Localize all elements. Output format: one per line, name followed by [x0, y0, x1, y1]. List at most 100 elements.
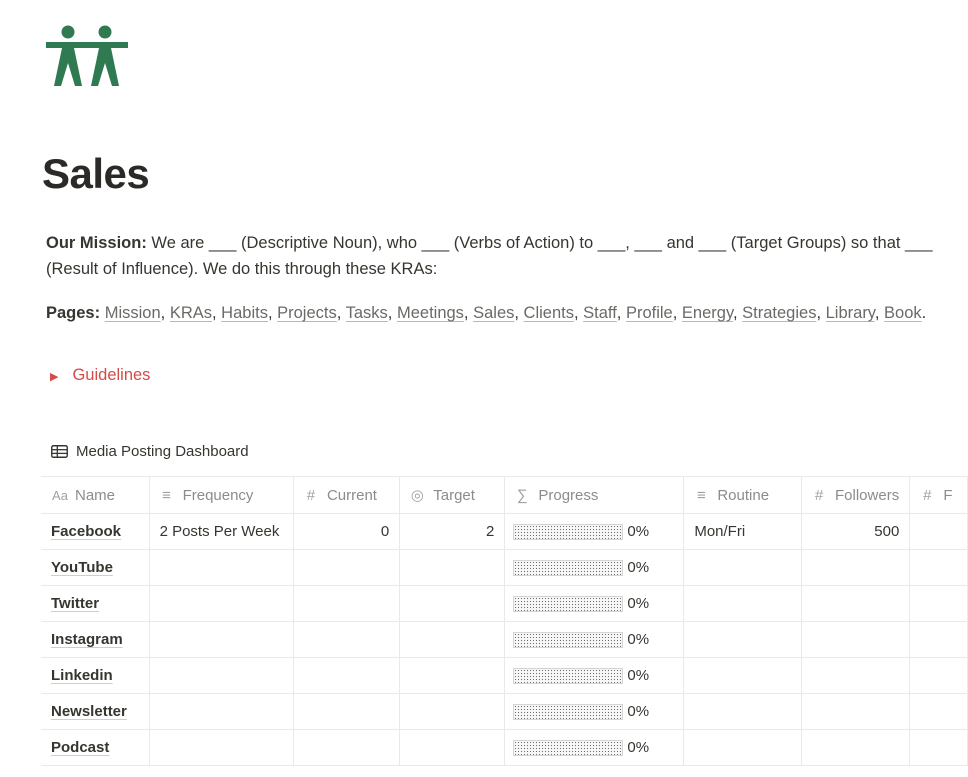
target-cell[interactable]: [399, 729, 506, 766]
name-cell[interactable]: Instagram: [41, 621, 150, 658]
text-icon: ≡: [162, 486, 171, 504]
row-name-link[interactable]: Instagram: [51, 631, 123, 648]
frequency-cell[interactable]: [149, 585, 294, 622]
target-cell[interactable]: 2: [399, 513, 506, 550]
frequency-cell[interactable]: [149, 621, 294, 658]
row-name-link[interactable]: Facebook: [51, 523, 121, 540]
extra-cell[interactable]: [909, 657, 968, 694]
target-cell[interactable]: [399, 693, 506, 730]
current-cell[interactable]: 0: [293, 513, 401, 550]
column-label: Routine: [717, 486, 770, 504]
progress-cell: 0%: [504, 729, 685, 766]
name-cell[interactable]: Twitter: [41, 585, 150, 622]
routine-cell[interactable]: Mon/Fri: [683, 513, 803, 550]
name-cell[interactable]: Facebook: [41, 513, 150, 550]
name-cell[interactable]: Linkedin: [41, 657, 150, 694]
extra-cell[interactable]: [909, 585, 968, 622]
guidelines-toggle[interactable]: ▶ Guidelines: [50, 366, 150, 385]
column-header-followers[interactable]: # Followers: [801, 476, 911, 514]
page-link-book[interactable]: Book: [884, 304, 922, 322]
extra-cell[interactable]: [909, 729, 968, 766]
current-cell[interactable]: [293, 657, 401, 694]
column-header-target[interactable]: ◎ Target: [399, 476, 506, 514]
page-link-energy[interactable]: Energy: [682, 304, 733, 322]
row-name-link[interactable]: Twitter: [51, 595, 99, 612]
current-cell[interactable]: [293, 693, 401, 730]
column-header-f[interactable]: # F: [909, 476, 968, 514]
target-cell[interactable]: [399, 585, 506, 622]
page-link-sales[interactable]: Sales: [473, 304, 514, 322]
page-link-clients[interactable]: Clients: [524, 304, 574, 322]
row-name-link[interactable]: YouTube: [51, 559, 113, 576]
page-title: Sales: [42, 150, 150, 197]
page-link-library[interactable]: Library: [826, 304, 875, 322]
guidelines-label: Guidelines: [72, 366, 151, 384]
column-header-progress[interactable]: ∑ Progress: [504, 476, 685, 514]
extra-cell[interactable]: [909, 693, 968, 730]
routine-cell[interactable]: [683, 585, 803, 622]
target-cell[interactable]: [399, 549, 506, 586]
frequency-cell[interactable]: [149, 549, 294, 586]
current-cell[interactable]: [293, 729, 401, 766]
column-label: Followers: [835, 486, 900, 504]
followers-cell[interactable]: [801, 729, 911, 766]
target-cell[interactable]: [399, 621, 506, 658]
frequency-cell[interactable]: 2 Posts Per Week: [149, 513, 294, 550]
table-row[interactable]: Linkedin 0%: [41, 657, 968, 694]
page-link-meetings[interactable]: Meetings: [397, 304, 464, 322]
column-header-frequency[interactable]: ≡ Frequency: [149, 476, 294, 514]
current-cell[interactable]: [293, 585, 401, 622]
name-cell[interactable]: Newsletter: [41, 693, 150, 730]
followers-cell[interactable]: [801, 585, 911, 622]
table-row[interactable]: Instagram 0%: [41, 621, 968, 658]
row-name-link[interactable]: Newsletter: [51, 703, 127, 720]
table-row[interactable]: Newsletter 0%: [41, 693, 968, 730]
page-link-profile[interactable]: Profile: [626, 304, 673, 322]
extra-cell[interactable]: [909, 621, 968, 658]
column-header-routine[interactable]: ≡ Routine: [683, 476, 803, 514]
table-row[interactable]: Podcast 0%: [41, 729, 968, 766]
page-link-tasks[interactable]: Tasks: [346, 304, 388, 322]
row-name-link[interactable]: Linkedin: [51, 667, 113, 684]
routine-cell[interactable]: [683, 693, 803, 730]
current-cell[interactable]: [293, 621, 401, 658]
column-label: Name: [75, 486, 116, 504]
table-row[interactable]: YouTube 0%: [41, 549, 968, 586]
table-row[interactable]: Twitter 0%: [41, 585, 968, 622]
pages-links: Pages: Mission, KRAs, Habits, Projects, …: [46, 304, 927, 322]
followers-cell[interactable]: [801, 621, 911, 658]
column-header-name[interactable]: Aa Name: [41, 476, 150, 514]
routine-cell[interactable]: [683, 657, 803, 694]
table-row[interactable]: Facebook 2 Posts Per Week 0 2 0% Mon/Fri 500: [41, 513, 968, 550]
frequency-cell[interactable]: [149, 657, 294, 694]
progress-bar: [513, 559, 624, 576]
page-link-habits[interactable]: Habits: [221, 304, 268, 322]
database-title[interactable]: Media Posting Dashboard: [51, 443, 249, 460]
progress-bar: [513, 739, 624, 756]
followers-cell[interactable]: [801, 693, 911, 730]
column-header-current[interactable]: # Current: [293, 476, 401, 514]
column-label: Progress: [538, 486, 599, 504]
name-cell[interactable]: Podcast: [41, 729, 150, 766]
target-cell[interactable]: [399, 657, 506, 694]
name-cell[interactable]: YouTube: [41, 549, 150, 586]
page-link-projects[interactable]: Projects: [277, 304, 337, 322]
routine-cell[interactable]: [683, 549, 803, 586]
row-name-link[interactable]: Podcast: [51, 739, 109, 756]
followers-cell[interactable]: [801, 549, 911, 586]
progress-bar: [513, 595, 624, 612]
extra-cell[interactable]: [909, 513, 968, 550]
page-link-kras[interactable]: KRAs: [170, 304, 212, 322]
frequency-cell[interactable]: [149, 729, 294, 766]
followers-cell[interactable]: [801, 657, 911, 694]
followers-cell[interactable]: 500: [801, 513, 911, 550]
routine-cell[interactable]: [683, 729, 803, 766]
extra-cell[interactable]: [909, 549, 968, 586]
page-link-strategies[interactable]: Strategies: [742, 304, 816, 322]
toggle-triangle-icon[interactable]: ▶: [50, 370, 58, 383]
current-cell[interactable]: [293, 549, 401, 586]
page-link-staff[interactable]: Staff: [583, 304, 617, 322]
page-link-mission[interactable]: Mission: [105, 304, 161, 322]
frequency-cell[interactable]: [149, 693, 294, 730]
routine-cell[interactable]: [683, 621, 803, 658]
